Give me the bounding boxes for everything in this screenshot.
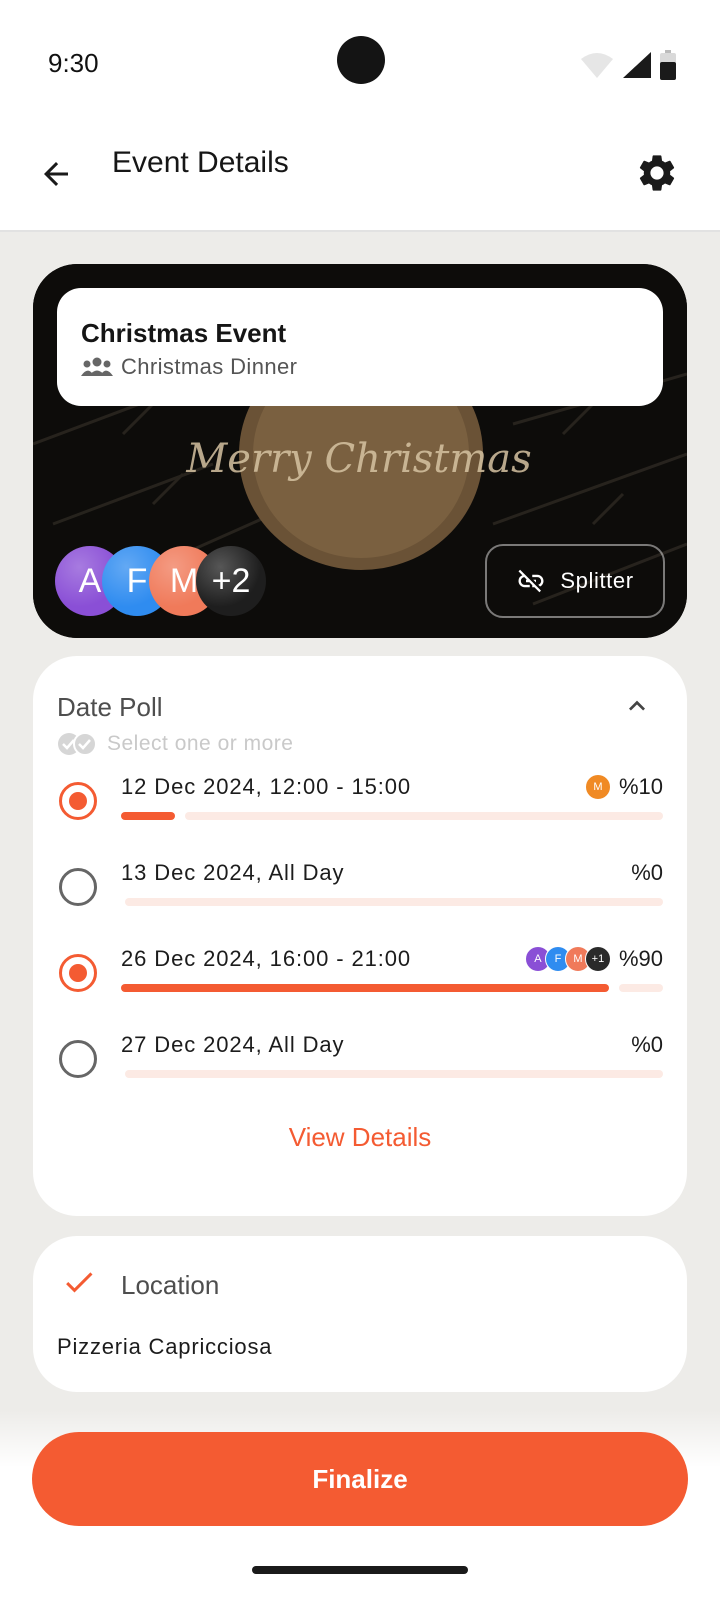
radio-button[interactable]: [59, 782, 97, 820]
vote-progress-track: [185, 812, 663, 820]
option-label: 12 Dec 2024, 12:00 - 15:00: [121, 774, 412, 799]
vote-progress-track: [619, 984, 663, 992]
vote-progress: [121, 984, 663, 992]
option-label: 27 Dec 2024, All Day: [121, 1032, 345, 1057]
event-group: Christmas Dinner: [81, 354, 297, 380]
poll-option[interactable]: 27 Dec 2024, All Day %0: [33, 1026, 687, 1112]
avatar: +2: [196, 546, 266, 616]
voter-avatar: M: [584, 774, 611, 800]
view-details-link[interactable]: View Details: [33, 1122, 687, 1153]
poll-option[interactable]: 12 Dec 2024, 12:00 - 15:00 M %10: [33, 768, 687, 854]
option-percent: %90: [618, 946, 663, 971]
settings-button[interactable]: [630, 146, 684, 200]
vote-progress-track: [125, 1070, 663, 1078]
voter-avatars: A F M +1: [524, 946, 611, 972]
date-poll-card: Date Poll Select one or more 12 Dec 2024…: [33, 656, 687, 1216]
event-name: Christmas Event: [81, 318, 287, 348]
option-label: 26 Dec 2024, 16:00 - 21:00: [121, 946, 412, 971]
collapse-button[interactable]: [615, 684, 659, 728]
vote-progress: [121, 898, 663, 906]
double-check-icon: [58, 732, 97, 756]
event-info-card: Christmas Event Christmas Dinner: [57, 288, 663, 406]
vote-progress: [121, 1070, 663, 1078]
wifi-icon: [581, 53, 613, 78]
ornament-text: Merry Christmas: [185, 436, 531, 482]
option-label: 13 Dec 2024, All Day: [121, 860, 345, 885]
vote-progress: [121, 812, 663, 820]
camera-cutout: [337, 36, 385, 84]
group-icon: [81, 357, 113, 376]
chevron-up-icon: [629, 700, 645, 711]
option-percent-group: M %10: [584, 774, 663, 800]
option-percent: %0: [631, 1032, 663, 1057]
poll-hint-text: Select one or more: [107, 732, 294, 755]
option-percent-group: %0: [631, 860, 663, 886]
vote-progress-track: [125, 898, 663, 906]
signal-icon: [623, 52, 651, 78]
radio-button[interactable]: [59, 868, 97, 906]
battery-icon: [660, 50, 676, 80]
page-title: Event Details: [112, 146, 289, 179]
vote-progress-fill: [121, 984, 609, 992]
poll-title: Date Poll: [57, 692, 163, 722]
option-percent: %0: [631, 860, 663, 885]
finalize-button[interactable]: Finalize: [32, 1432, 688, 1526]
app-bar: [0, 120, 720, 232]
system-icons: [580, 48, 676, 82]
event-hero: Merry Christmas Christmas Event Christma…: [33, 264, 687, 638]
link-off-icon: [518, 569, 544, 593]
check-icon: [66, 1272, 93, 1293]
voter-avatar: +1: [584, 946, 611, 972]
voter-avatars: M: [584, 774, 611, 800]
event-group-name: Christmas Dinner: [121, 354, 298, 379]
vote-progress-fill: [121, 812, 175, 820]
arrow-back-icon: [44, 162, 68, 186]
location-card[interactable]: Location Pizzeria Capricciosa: [33, 1236, 687, 1392]
gear-icon: [639, 155, 675, 191]
radio-button[interactable]: [59, 954, 97, 992]
splitter-label: Splitter: [560, 568, 634, 593]
radio-button[interactable]: [59, 1040, 97, 1078]
option-percent: %10: [618, 774, 663, 799]
poll-option[interactable]: 26 Dec 2024, 16:00 - 21:00 A F M +1 %90: [33, 940, 687, 1026]
option-percent-group: A F M +1 %90: [524, 946, 663, 972]
poll-hint: Select one or more: [57, 732, 293, 756]
status-time: 9:30: [48, 48, 99, 78]
splitter-button[interactable]: Splitter: [485, 544, 665, 618]
status-bar: 9:30: [0, 0, 720, 120]
home-indicator[interactable]: [252, 1566, 468, 1574]
option-percent-group: %0: [631, 1032, 663, 1058]
back-button[interactable]: [30, 148, 82, 200]
location-title: Location: [121, 1270, 220, 1300]
location-value: Pizzeria Capricciosa: [57, 1334, 273, 1359]
poll-option[interactable]: 13 Dec 2024, All Day %0: [33, 854, 687, 940]
